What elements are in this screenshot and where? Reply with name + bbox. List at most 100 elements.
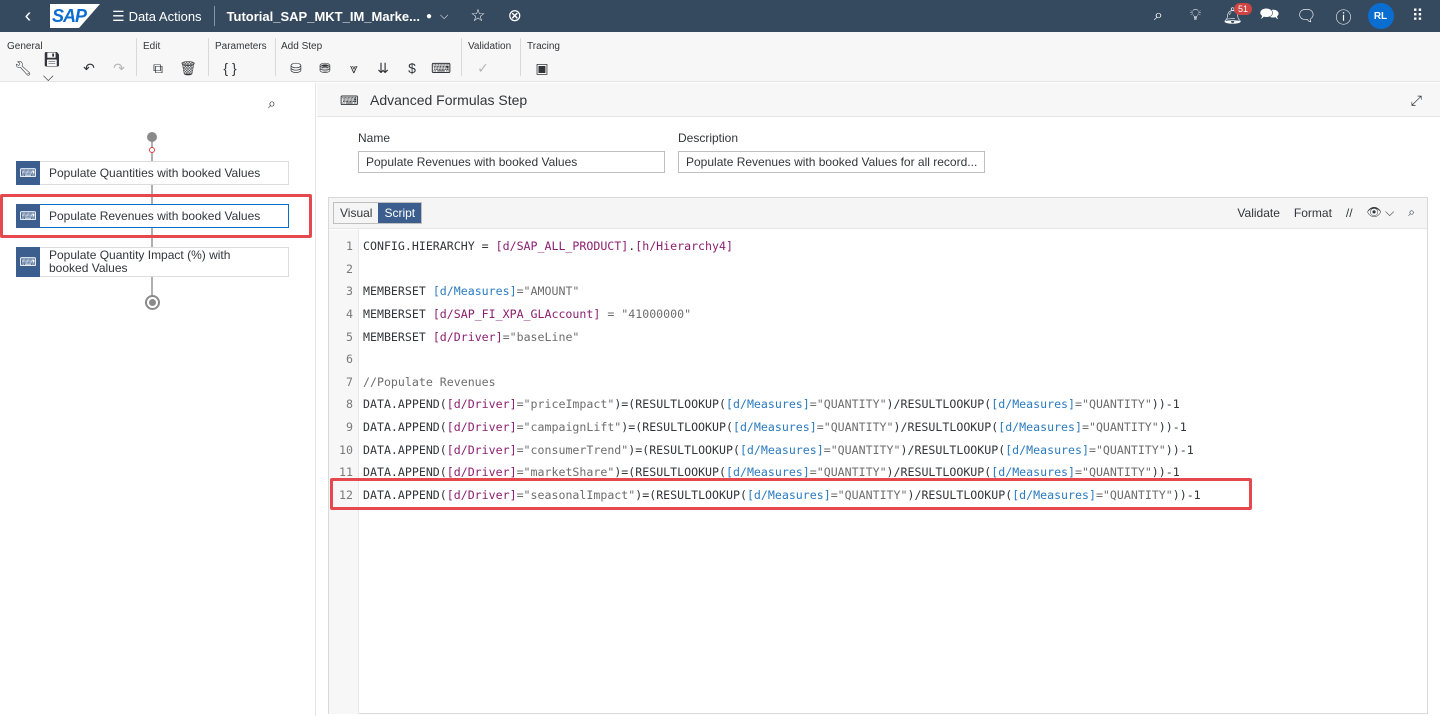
line-12-highlight [330, 478, 1252, 510]
chevron-down-icon[interactable]: ⌵ [440, 10, 448, 23]
tab-script[interactable]: Script [378, 203, 422, 223]
code-line: 6 [329, 348, 1427, 371]
group-label-general: General [7, 41, 43, 52]
flow-step-quantities[interactable]: ⌨ Populate Quantities with booked Values [16, 160, 289, 185]
code-token: )/RESULTLOOKUP( [900, 442, 1006, 457]
search-icon[interactable]: ⌕ [1140, 7, 1177, 25]
toolbar: General 🔧︎ 💾︎⌵ ↶ ↷ Edit ⧉ 🗑︎ Parameters … [0, 32, 1440, 84]
delete-icon[interactable]: 🗑︎ [178, 59, 198, 77]
code-line: 10 DATA.APPEND([d/Driver]="consumerTrend"… [329, 438, 1427, 461]
description-label: Description [678, 131, 739, 145]
expand-icon[interactable]: ⤢ [1411, 92, 1422, 109]
code-token: [h/Hierarchy4] [635, 239, 733, 254]
cross-model-copy-icon[interactable]: ⛃ [315, 59, 335, 77]
line-number: 1 [346, 239, 353, 254]
code-token: ))-1 [1158, 420, 1187, 435]
format-button[interactable]: Format [1294, 206, 1332, 220]
story-title[interactable]: Tutorial_SAP_MKT_IM_Marke... [227, 9, 420, 24]
copy-icon[interactable]: ⧉ [148, 59, 168, 77]
toolbar-divider [275, 38, 276, 76]
code-line: 7 //Populate Revenues [329, 371, 1427, 394]
code-token: )/RESULTLOOKUP( [893, 420, 999, 435]
wrench-icon[interactable]: 🔧︎ [13, 59, 33, 77]
code-token: CONFIG.HIERARCHY = [363, 239, 496, 254]
code-line: 9 DATA.APPEND([d/Driver]="campaignLift")=… [329, 416, 1427, 439]
sap-logo[interactable]: SAP [50, 4, 100, 28]
toolbar-divider [461, 38, 462, 76]
unsaved-dot-icon: ● [425, 10, 432, 22]
favorite-star-icon[interactable]: ☆ [470, 6, 485, 26]
code-token: ="QUANTITY" [823, 442, 901, 457]
conversion-step-icon[interactable]: ⇊ [373, 59, 393, 77]
allocation-step-icon[interactable]: ⩔ [344, 59, 364, 77]
code-token: ="QUANTITY" [816, 420, 894, 435]
notifications-icon[interactable]: 🔔︎ 51 [1214, 3, 1253, 26]
code-line: 4 MEMBERSET [d/SAP_FI_XPA_GLAccount] = "4… [329, 303, 1427, 326]
code-token: DATA.APPEND( [363, 397, 447, 412]
data-actions-icon: ☰ [112, 7, 125, 24]
avatar[interactable]: RL [1367, 3, 1394, 29]
flow-insert-point[interactable] [149, 147, 155, 153]
lightbulb-icon[interactable]: 💡︎ [1177, 7, 1214, 25]
parameters-braces-icon[interactable]: { } [220, 59, 240, 77]
editor-toolbar: Visual Script Validate Format // 👁︎ ⌵ ⌕ [329, 198, 1427, 229]
validate-button[interactable]: Validate [1237, 206, 1279, 220]
step-title: Advanced Formulas Step [370, 92, 528, 108]
comment-button[interactable]: // [1346, 206, 1353, 220]
code-area[interactable]: 1 CONFIG.HIERARCHY = [d/SAP_ALL_PRODUCT].… [329, 235, 1427, 506]
code-token: [d/SAP_ALL_PRODUCT] [495, 239, 629, 254]
flow-pane: ⌕ ⌨ Populate Quantities with booked Valu… [0, 83, 316, 716]
formula-step-icon: ⌨ [16, 160, 40, 185]
redo-icon[interactable]: ↷ [109, 59, 129, 77]
avatar-wrap[interactable]: RL [1362, 3, 1399, 29]
feedback-icon[interactable]: 🗨 [1288, 6, 1325, 26]
code-token: = "41000000" [600, 307, 692, 322]
search-icon[interactable]: ⌕ [268, 95, 276, 112]
code-token: ))-1 [1151, 397, 1180, 412]
flow-step-label: Populate Quantities with booked Values [49, 165, 261, 180]
code-token: [d/Measures] [991, 397, 1076, 412]
code-token: )=(RESULTLOOKUP( [628, 442, 740, 457]
product-switch-icon[interactable]: ⠿ [1399, 6, 1436, 26]
line-number: 9 [346, 420, 353, 435]
code-token: [d/Driver] [446, 397, 517, 412]
code-comment: //Populate Revenues [363, 374, 496, 389]
step-header: ⌨ Advanced Formulas Step ⤢ [317, 83, 1440, 117]
name-input[interactable]: Populate Revenues with booked Values [358, 151, 665, 173]
code-token: DATA.APPEND( [363, 442, 447, 457]
view-toggle: Visual Script [333, 202, 423, 224]
code-token: ="QUANTITY" [1081, 420, 1159, 435]
notifications-badge: 51 [1234, 3, 1253, 15]
code-token: MEMBERSET [363, 307, 433, 322]
undo-icon[interactable]: ↶ [79, 59, 99, 77]
code-token: [d/Measures] [1005, 442, 1089, 457]
close-circle-icon[interactable]: ⊗ [508, 6, 522, 26]
code-token: MEMBERSET [363, 329, 433, 344]
back-icon[interactable]: ‹ [12, 0, 44, 32]
app-name[interactable]: Data Actions [129, 9, 202, 24]
code-token: [d/Measures] [739, 442, 824, 457]
discussions-icon[interactable]: 🗪 [1251, 3, 1288, 30]
code-token: ="campaignLift" [516, 420, 622, 435]
description-input[interactable]: Populate Revenues with booked Values for… [678, 151, 985, 173]
line-number: 3 [346, 284, 353, 299]
code-token: ="QUANTITY" [809, 397, 887, 412]
preview-eye-icon[interactable]: 👁︎ ⌵ [1367, 205, 1395, 220]
search-icon[interactable]: ⌕ [1408, 205, 1415, 220]
code-token: )/RESULTLOOKUP( [886, 397, 992, 412]
tracing-icon[interactable]: ▣ [532, 59, 552, 77]
code-token: [d/SAP_FI_XPA_GLAccount] [432, 307, 601, 322]
help-icon[interactable]: ⓘ [1325, 4, 1362, 28]
copy-step-icon[interactable]: ⛁ [286, 59, 306, 77]
code-line: 5 MEMBERSET [d/Driver]="baseLine" [329, 325, 1427, 348]
code-line: 3 MEMBERSET [d/Measures]="AMOUNT" [329, 280, 1427, 303]
tab-visual[interactable]: Visual [334, 203, 378, 223]
flow-step-quantity-impact[interactable]: ⌨ Populate Quantity Impact (%) with book… [16, 246, 289, 277]
currency-step-icon[interactable]: $ [402, 59, 422, 77]
name-label: Name [358, 131, 391, 145]
save-icon[interactable]: 💾︎⌵ [43, 51, 69, 84]
flow-end [145, 295, 160, 310]
advanced-formula-icon[interactable]: ⌨ [431, 59, 451, 77]
toolbar-divider [136, 38, 137, 76]
validate-check-icon[interactable]: ✓ [473, 59, 493, 77]
